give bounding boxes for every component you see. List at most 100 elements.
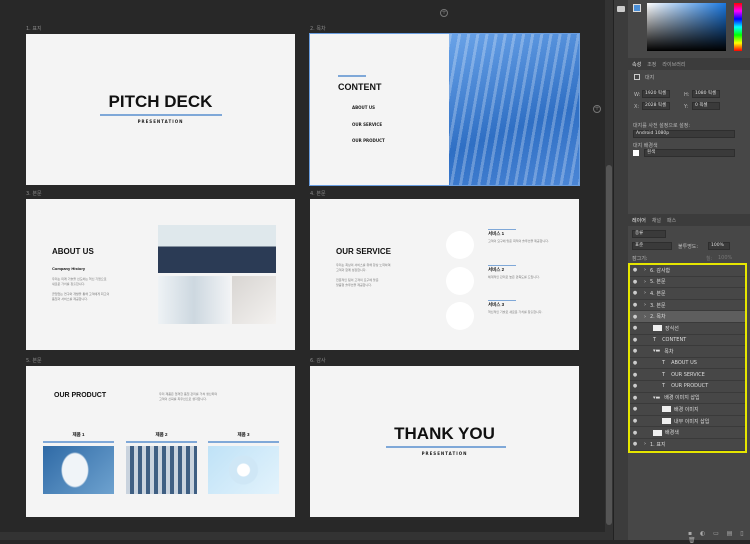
service-name: 서비스 3 [488, 302, 505, 307]
comment-icon[interactable] [617, 6, 625, 12]
artboard-service[interactable]: OUR SERVICE 우리는 최상의 서비스를 위해 항상 노력하며 고객과 함… [310, 199, 579, 350]
artboard-label[interactable]: 5. 본문 [26, 357, 42, 364]
layer-actions-toolbar[interactable]: ▪ ◐ ▭ ▤ ▯ 🗑 [688, 530, 750, 544]
foreground-color-swatch[interactable] [633, 4, 641, 12]
bg-color-dropdown[interactable]: 흰색 [644, 149, 735, 157]
preset-dropdown[interactable]: Android 1080p [633, 130, 735, 138]
visibility-eye-icon[interactable]: ● [630, 430, 640, 436]
layer-row[interactable]: ● › 1. 표지 [630, 439, 745, 451]
layer-row[interactable]: ● › 5. 본문 [630, 277, 745, 289]
layer-row[interactable]: ● 배경 이미지 [630, 404, 745, 416]
visibility-eye-icon[interactable]: ● [630, 372, 640, 378]
properties-tabs: 속성 조정 라이브러리 [628, 58, 750, 70]
service-para: 우리는 최상의 서비스를 위해 항상 노력하며 고객과 함께 성장합니다. [336, 263, 391, 272]
layer-row[interactable]: ● › 2. 목차 [630, 311, 745, 323]
tab-paths[interactable]: 패스 [667, 217, 676, 224]
layer-row[interactable]: ● T OUR SERVICE [630, 369, 745, 381]
add-artboard-right-icon[interactable]: + [593, 105, 601, 113]
tab-libraries[interactable]: 라이브러리 [662, 61, 685, 68]
content-item[interactable]: OUR SERVICE [352, 122, 382, 127]
height-field[interactable]: 1080 픽셀 [692, 90, 720, 98]
blend-mode-dropdown[interactable]: 표준 [632, 242, 672, 250]
layer-thumbnail-icon [662, 418, 671, 425]
visibility-eye-icon[interactable]: ● [630, 441, 640, 447]
fill-field[interactable]: 100% [718, 255, 732, 261]
bg-color-swatch[interactable] [633, 150, 639, 156]
artboard-label[interactable]: 4. 본문 [310, 190, 326, 197]
tab-layers[interactable]: 레이어 [632, 217, 646, 224]
layer-name: OUR SERVICE [671, 371, 705, 378]
visibility-eye-icon[interactable]: ● [630, 290, 640, 296]
tab-adjustments[interactable]: 조정 [647, 61, 656, 68]
artboard-content[interactable]: CONTENT ABOUT US OUR SERVICE OUR PRODUCT [309, 33, 580, 186]
artboard-expand-icon: › [644, 278, 646, 285]
visibility-eye-icon[interactable]: ● [630, 406, 640, 412]
opacity-field[interactable]: 100% [708, 242, 730, 250]
artboard-expand-icon: › [644, 313, 646, 320]
layer-name: ABOUT US [671, 360, 697, 367]
canvas[interactable]: + + 1. 표지 PITCH DECK PRESENTATION 2. 목차 … [0, 0, 605, 540]
layer-row[interactable]: ● › 4. 본문 [630, 288, 745, 300]
hue-slider[interactable] [734, 3, 742, 51]
tab-channels[interactable]: 채널 [652, 217, 661, 224]
visibility-eye-icon[interactable]: ● [630, 314, 640, 320]
layer-row[interactable]: ● T OUR PRODUCT [630, 381, 745, 393]
text-layer-icon: T [662, 360, 666, 367]
layer-row[interactable]: ● 장식선 [630, 323, 745, 335]
visibility-eye-icon[interactable]: ● [630, 279, 640, 285]
tab-properties[interactable]: 속성 [632, 61, 641, 68]
add-artboard-top-icon[interactable]: + [440, 9, 448, 17]
service-para: 전문적인 팀이 고객의 요구에 맞춘 맞춤형 솔루션을 제공합니다. [336, 278, 379, 287]
width-field[interactable]: 1920 픽셀 [642, 90, 670, 98]
content-item[interactable]: OUR PRODUCT [352, 138, 385, 143]
layer-row[interactable]: ● ▾▬ 배경 이미지 삽입 [630, 393, 745, 405]
content-item[interactable]: ABOUT US [352, 105, 375, 110]
horizontal-scrollbar[interactable] [0, 532, 605, 540]
service-icon-circle [446, 302, 474, 330]
y-field[interactable]: 0 픽셀 [692, 102, 720, 110]
artboard-thanks[interactable]: THANK YOU PRESENTATION [310, 366, 579, 517]
layer-thumbnail-icon [653, 325, 662, 332]
layer-row[interactable]: ● 내부 이미지 삽입 [630, 416, 745, 428]
visibility-eye-icon[interactable]: ● [630, 360, 640, 366]
service-name: 서비스 1 [488, 231, 505, 236]
visibility-eye-icon[interactable]: ● [630, 267, 640, 273]
layer-name: 5. 본문 [650, 279, 666, 286]
artboard-about[interactable]: ABOUT US Company History 우리는 미래 기술을 선도하는… [26, 199, 295, 350]
layer-row[interactable]: ● T ABOUT US [630, 358, 745, 370]
visibility-eye-icon[interactable]: ● [630, 348, 640, 354]
visibility-eye-icon[interactable]: ● [630, 383, 640, 389]
panel-icon-strip [613, 0, 628, 540]
artboard-expand-icon: › [644, 302, 646, 309]
artboard-label[interactable]: 1. 표지 [26, 25, 42, 32]
artboard-label[interactable]: 3. 본문 [26, 190, 42, 197]
cover-subtitle: PRESENTATION [137, 119, 184, 124]
layer-name: 2. 목차 [650, 314, 666, 321]
layer-row[interactable]: ● T CONTENT [630, 335, 745, 347]
artboard-label[interactable]: 6. 감사 [310, 357, 326, 364]
product-name: 제품 3 [237, 432, 250, 437]
properties-type: 대지 [645, 75, 655, 81]
artboard-label[interactable]: 2. 목차 [310, 25, 326, 32]
layer-filter-dropdown[interactable]: 종류 [632, 230, 666, 238]
text-layer-icon: T [662, 371, 666, 378]
visibility-eye-icon[interactable]: ● [630, 302, 640, 308]
visibility-eye-icon[interactable]: ● [630, 395, 640, 401]
artboard-expand-icon: › [644, 441, 646, 448]
vertical-scrollbar[interactable] [605, 0, 613, 540]
visibility-eye-icon[interactable]: ● [630, 325, 640, 331]
layer-row[interactable]: ● › 6. 감사함 [630, 265, 745, 277]
layer-name: 배경 이미지 삽입 [664, 395, 700, 402]
artboard-product[interactable]: OUR PRODUCT 우리 제품은 엄격한 품질 관리를 거쳐 생산되며 고객의… [26, 366, 295, 517]
layer-thumbnail-icon [662, 406, 671, 413]
layer-row[interactable]: ● ▾▬ 목차 [630, 346, 745, 358]
x-field[interactable]: 2028 픽셀 [642, 102, 670, 110]
layer-row[interactable]: ● 배경색 [630, 427, 745, 439]
layer-row[interactable]: ● › 3. 본문 [630, 300, 745, 312]
layers-list: ● › 6. 감사함 ● › 5. 본문 ● › 4. 본문 ● › 3. 본문 ● › 2. 목차 ● 장식선… [628, 263, 747, 453]
about-heading: Company History [52, 266, 86, 271]
color-picker-field[interactable] [647, 3, 726, 51]
visibility-eye-icon[interactable]: ● [630, 418, 640, 424]
artboard-cover[interactable]: PITCH DECK PRESENTATION [26, 34, 295, 185]
visibility-eye-icon[interactable]: ● [630, 337, 640, 343]
